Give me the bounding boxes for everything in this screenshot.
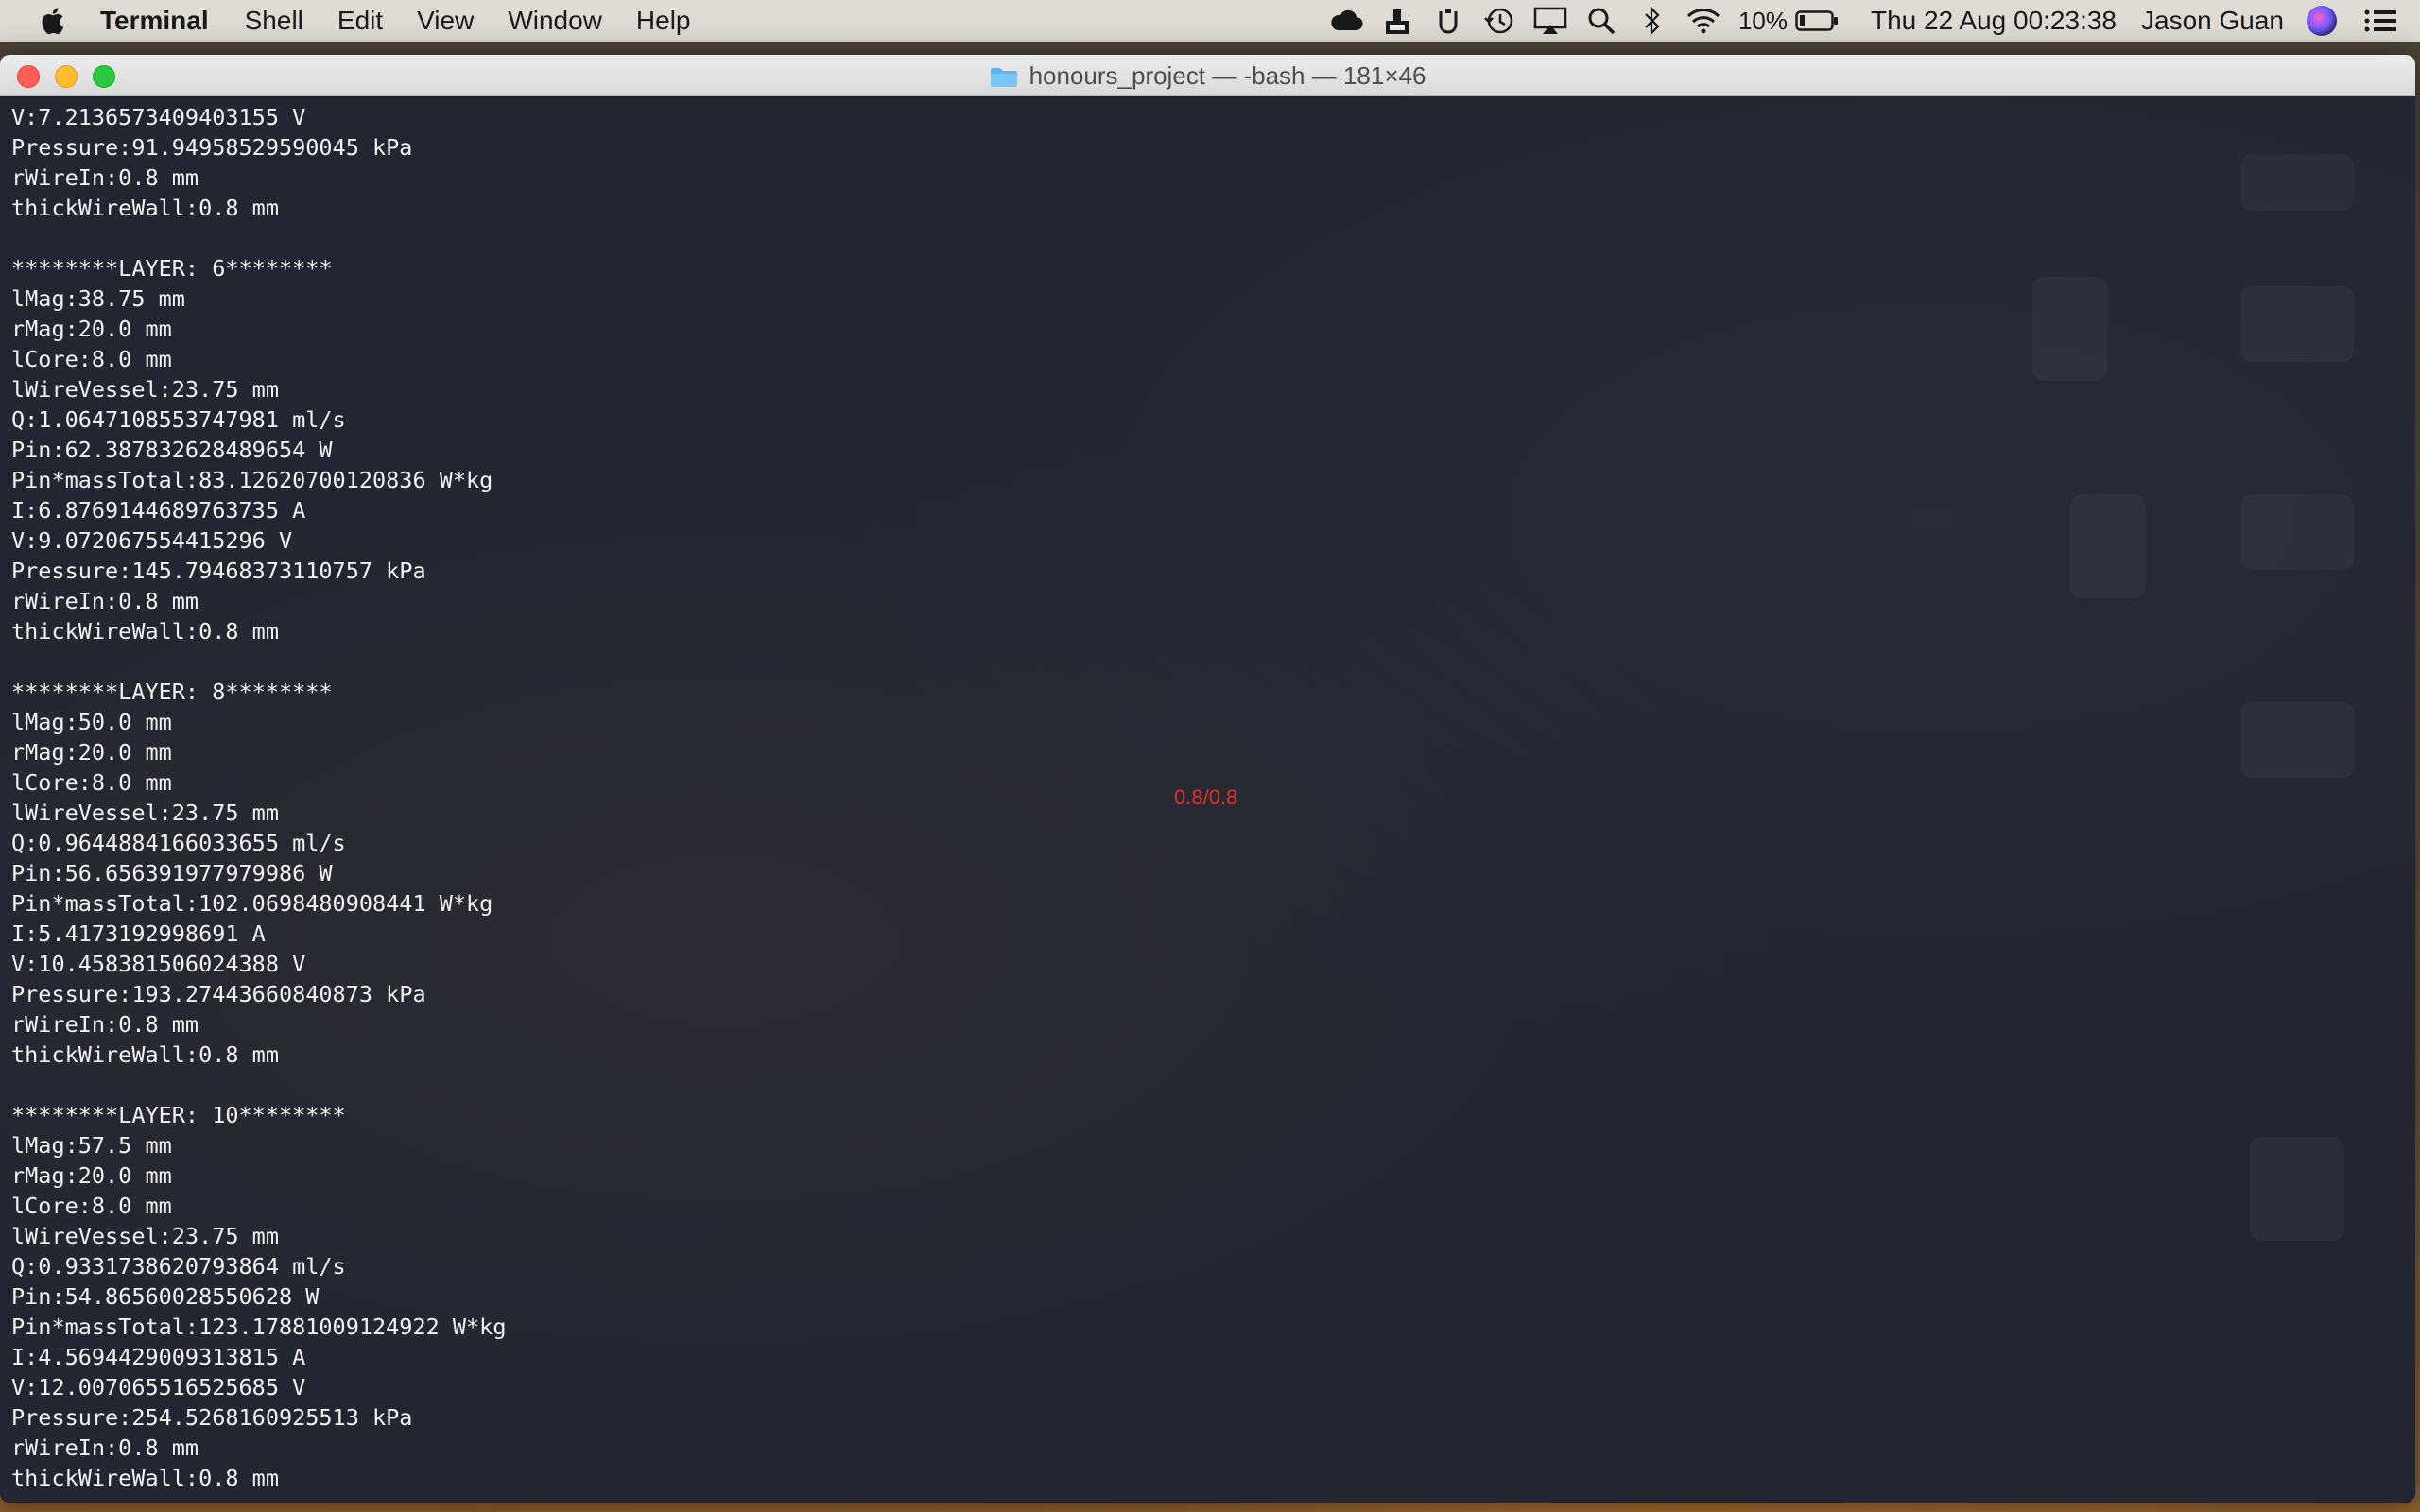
terminal-line: I:5.4173192998691 A bbox=[11, 920, 266, 947]
folder-icon bbox=[990, 65, 1018, 87]
status-area: 10% Thu 22 Aug 00:23:38 Jason Guan bbox=[1313, 0, 2420, 42]
terminal-line: lCore:8.0 mm bbox=[11, 1193, 172, 1219]
desktop-icon-ghost bbox=[2240, 154, 2354, 211]
time-machine-icon[interactable] bbox=[1481, 5, 1517, 37]
terminal-line: V:9.072067554415296 V bbox=[11, 527, 293, 554]
terminal-line: rWireIn:0.8 mm bbox=[11, 1435, 199, 1461]
terminal-line: Pin*massTotal:102.0698480908441 W*kg bbox=[11, 890, 493, 917]
terminal-line: Pin*massTotal:123.17881009124922 W*kg bbox=[11, 1314, 507, 1340]
menu-view[interactable]: View bbox=[417, 6, 474, 36]
terminal-line: Pin:62.387832628489654 W bbox=[11, 437, 333, 463]
terminal-line: lCore:8.0 mm bbox=[11, 769, 172, 796]
terminal-line: Q:0.9331738620793864 ml/s bbox=[11, 1253, 346, 1280]
terminal-line: lMag:57.5 mm bbox=[11, 1132, 172, 1159]
terminal-line: V:7.2136573409403155 V bbox=[11, 104, 306, 130]
terminal-line: lWireVessel:23.75 mm bbox=[11, 376, 279, 403]
menu-help[interactable]: Help bbox=[636, 6, 691, 36]
overlay-label: 0.8/0.8 bbox=[1174, 785, 1238, 809]
terminal-text: V:7.2136573409403155 V Pressure:91.949585… bbox=[11, 102, 506, 1493]
desktop-icon-ghost bbox=[2240, 702, 2354, 778]
terminal-line: Q:0.9644884166033655 ml/s bbox=[11, 830, 346, 856]
menu-window[interactable]: Window bbox=[508, 6, 602, 36]
share-icon[interactable] bbox=[1379, 5, 1415, 37]
terminal-line: lWireVessel:23.75 mm bbox=[11, 1223, 279, 1249]
terminal-line: Pressure:91.94958529590045 kPa bbox=[11, 134, 413, 161]
apple-icon[interactable] bbox=[38, 5, 66, 37]
terminal-line: Pin*massTotal:83.12620700120836 W*kg bbox=[11, 467, 493, 493]
menu-app-name[interactable]: Terminal bbox=[100, 6, 209, 36]
terminal-line: Pressure:193.27443660840873 kPa bbox=[11, 981, 426, 1007]
wifi-icon[interactable] bbox=[1685, 5, 1721, 37]
terminal-line: lCore:8.0 mm bbox=[11, 346, 172, 372]
terminal-line: rMag:20.0 mm bbox=[11, 739, 172, 765]
terminal-line: thickWireWall:0.8 mm bbox=[11, 618, 279, 644]
terminal-line: ********LAYER: 10******** bbox=[11, 1102, 346, 1128]
terminal-line: rWireIn:0.8 mm bbox=[11, 1011, 199, 1038]
terminal-line: lMag:50.0 mm bbox=[11, 709, 172, 735]
menu-bar: Terminal Shell Edit View Window Help 10% bbox=[0, 0, 2420, 42]
terminal-output-area[interactable]: V:7.2136573409403155 V Pressure:91.949585… bbox=[0, 97, 2415, 1503]
menu-user-name[interactable]: Jason Guan bbox=[2141, 6, 2284, 36]
desktop-icon-ghost bbox=[2250, 1137, 2344, 1241]
window-titlebar[interactable]: honours_project — -bash — 181×46 bbox=[0, 55, 2415, 96]
desktop-icon-ghost bbox=[2032, 277, 2108, 381]
terminal-line: rWireIn:0.8 mm bbox=[11, 588, 199, 614]
terminal-line: ********LAYER: 8******** bbox=[11, 679, 333, 705]
window-title-area: honours_project — -bash — 181×46 bbox=[0, 55, 2415, 96]
terminal-line: rMag:20.0 mm bbox=[11, 316, 172, 342]
creative-cloud-icon[interactable] bbox=[1328, 5, 1364, 37]
terminal-line: V:12.007065516525685 V bbox=[11, 1374, 306, 1400]
menu-shell[interactable]: Shell bbox=[245, 6, 303, 36]
desktop-icon-ghost bbox=[2070, 494, 2146, 598]
battery-percent[interactable]: 10% bbox=[1738, 7, 1788, 36]
menu-edit[interactable]: Edit bbox=[337, 6, 383, 36]
bluetooth-icon[interactable] bbox=[1634, 5, 1670, 37]
terminal-line: thickWireWall:0.8 mm bbox=[11, 1465, 279, 1491]
battery-icon[interactable] bbox=[1795, 5, 1839, 37]
terminal-line: I:4.5694429009313815 A bbox=[11, 1344, 306, 1370]
terminal-line: rWireIn:0.8 mm bbox=[11, 164, 199, 191]
terminal-line: ********LAYER: 6******** bbox=[11, 255, 333, 282]
window-title: honours_project — -bash — 181×46 bbox=[1028, 60, 1426, 90]
terminal-window: honours_project — -bash — 181×46 V:7.213… bbox=[0, 55, 2415, 1503]
terminal-line: rMag:20.0 mm bbox=[11, 1162, 172, 1189]
terminal-line: lWireVessel:23.75 mm bbox=[11, 799, 279, 826]
spotlight-icon[interactable] bbox=[1583, 5, 1619, 37]
terminal-line: Pressure:145.79468373110757 kPa bbox=[11, 558, 426, 584]
notification-list-icon[interactable] bbox=[2363, 5, 2397, 37]
desktop-icon-ghost bbox=[2240, 286, 2354, 362]
terminal-line: Pin:56.656391977979986 W bbox=[11, 860, 333, 886]
terminal-line: thickWireWall:0.8 mm bbox=[11, 1041, 279, 1068]
airplay-icon[interactable] bbox=[1532, 5, 1568, 37]
terminal-line: thickWireWall:0.8 mm bbox=[11, 195, 279, 221]
text-input-icon[interactable] bbox=[1430, 5, 1466, 37]
terminal-line: I:6.8769144689763735 A bbox=[11, 497, 306, 524]
terminal-line: Pressure:254.5268160925513 kPa bbox=[11, 1404, 413, 1431]
siri-icon[interactable] bbox=[2307, 6, 2337, 36]
terminal-line: Q:1.0647108553747981 ml/s bbox=[11, 406, 346, 433]
desktop-icon-ghost bbox=[2240, 494, 2354, 570]
terminal-line: Pin:54.86560028550628 W bbox=[11, 1283, 320, 1310]
terminal-line: lMag:38.75 mm bbox=[11, 285, 185, 312]
terminal-line: V:10.458381506024388 V bbox=[11, 951, 306, 977]
menu-clock[interactable]: Thu 22 Aug 00:23:38 bbox=[1871, 6, 2117, 36]
